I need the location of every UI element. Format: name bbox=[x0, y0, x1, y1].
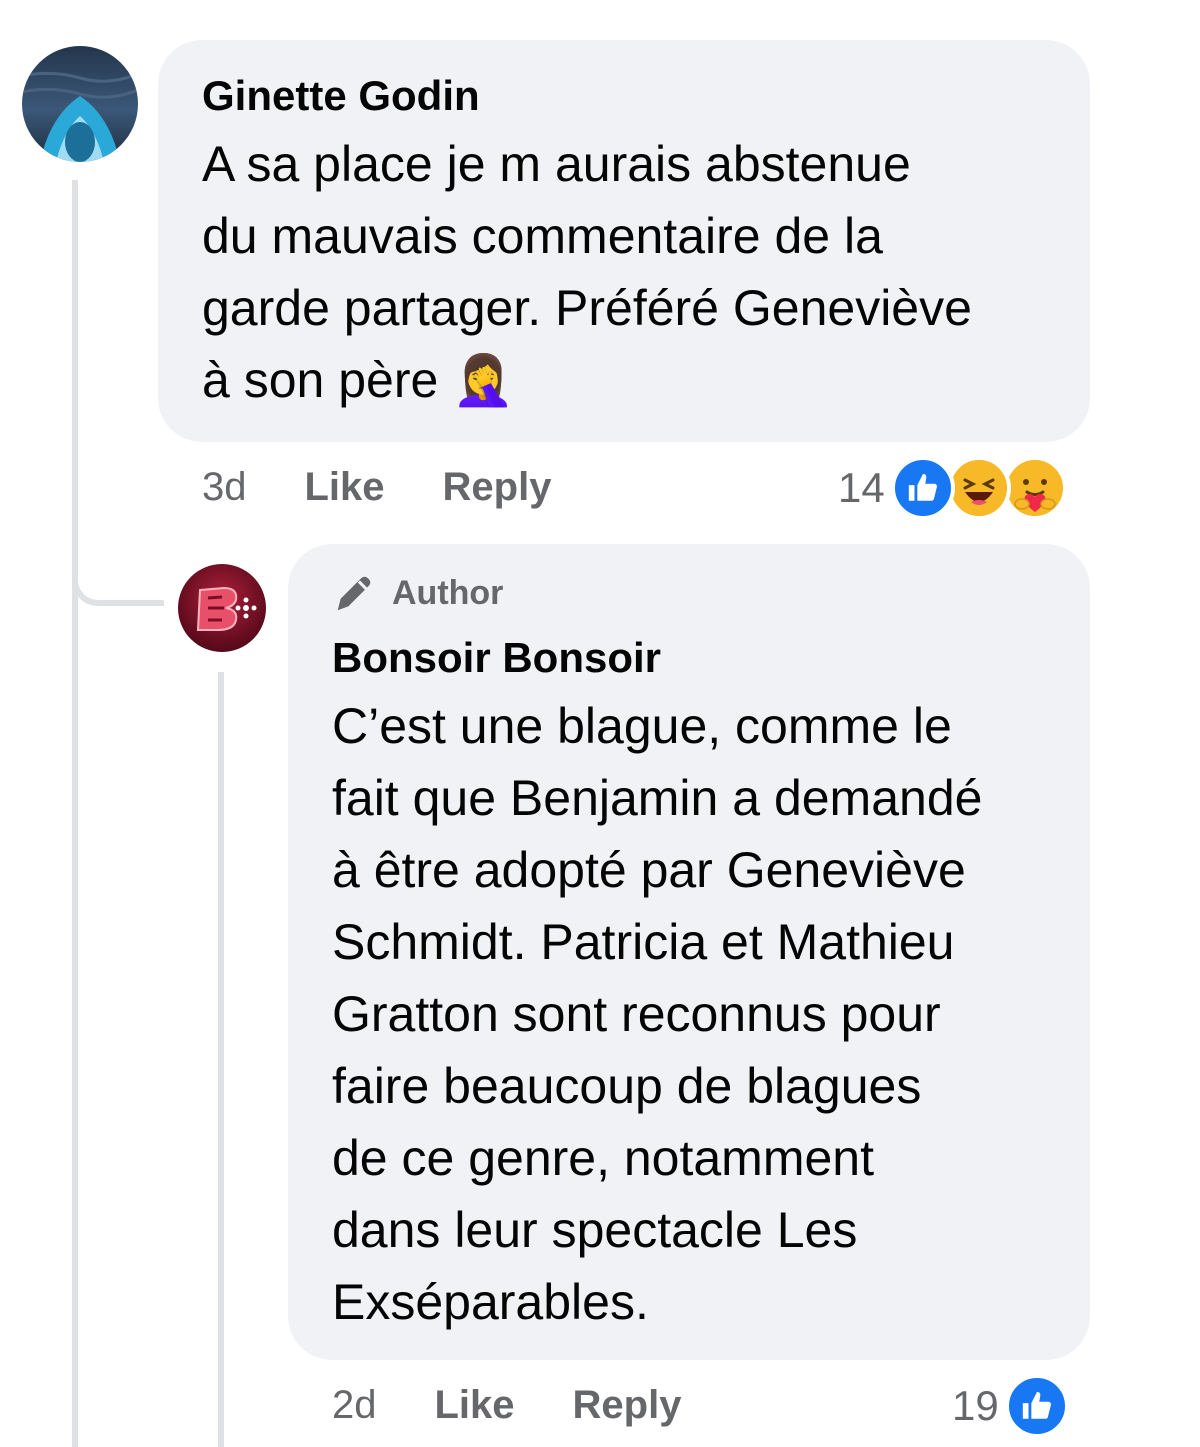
reply-bubble: Author Bonsoir Bonsoir C’est une blague,… bbox=[288, 544, 1090, 1360]
author-badge-label: Author bbox=[392, 573, 504, 612]
reply-button[interactable]: Reply bbox=[573, 1383, 682, 1428]
thread-line-reply bbox=[218, 672, 224, 1447]
comment-text: C’est une blague, comme le fait que Benj… bbox=[332, 698, 983, 1330]
haha-reaction-icon bbox=[946, 456, 1011, 520]
facepalm-emoji-icon: 🤦‍♀️ bbox=[452, 351, 515, 409]
like-button[interactable]: Like bbox=[305, 465, 385, 510]
avatar[interactable] bbox=[22, 46, 138, 162]
comment-text-body: A sa place je m aurais abstenue du mauva… bbox=[202, 136, 972, 408]
reaction-summary[interactable]: 14 bbox=[838, 454, 1067, 522]
thread-line-elbow bbox=[72, 560, 164, 606]
kayak-avatar-image bbox=[22, 46, 138, 162]
comment-author[interactable]: Ginette Godin bbox=[202, 70, 1046, 122]
comment-author[interactable]: Bonsoir Bonsoir bbox=[332, 632, 1046, 684]
comment-actions: 2d Like Reply bbox=[332, 1374, 681, 1436]
reply-button[interactable]: Reply bbox=[443, 465, 552, 510]
thumbs-up-icon bbox=[908, 473, 937, 501]
care-reaction-icon bbox=[1002, 456, 1067, 520]
author-badge: Author bbox=[332, 568, 1046, 618]
like-reaction-icon bbox=[1004, 1374, 1069, 1438]
reaction-count: 14 bbox=[838, 464, 885, 511]
laughing-face-icon bbox=[950, 460, 1007, 516]
bonsoir-logo-icon bbox=[196, 586, 257, 631]
thread-line-main bbox=[72, 180, 78, 1447]
hugging-face-icon bbox=[1008, 460, 1061, 512]
comment-text: A sa place je m aurais abstenue du mauva… bbox=[202, 128, 1046, 416]
pen-icon bbox=[337, 576, 371, 611]
reaction-summary[interactable]: 19 bbox=[952, 1372, 1069, 1440]
like-reaction-icon bbox=[890, 456, 955, 520]
thumbs-up-icon bbox=[1022, 1391, 1051, 1419]
comment-bubble: Ginette Godin A sa place je m aurais abs… bbox=[158, 40, 1090, 442]
reaction-count: 19 bbox=[952, 1382, 999, 1429]
like-button[interactable]: Like bbox=[435, 1383, 515, 1428]
comment-actions: 3d Like Reply bbox=[202, 456, 551, 518]
comment-timestamp[interactable]: 3d bbox=[202, 465, 247, 510]
comment-timestamp[interactable]: 2d bbox=[332, 1383, 377, 1428]
avatar[interactable] bbox=[178, 564, 266, 652]
